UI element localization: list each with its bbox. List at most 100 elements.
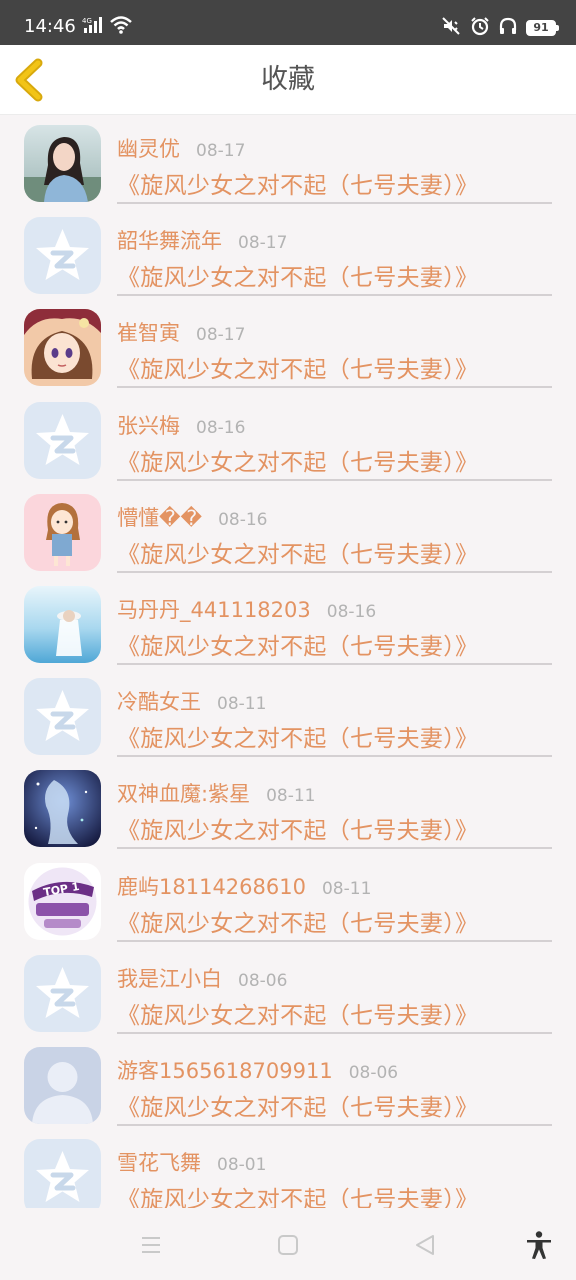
qq-star-default-avatar[interactable] — [24, 401, 101, 479]
favorite-item-text: 双神血魔:紫星 08-11 《旋风少女之对不起（七号夫妻）》 — [117, 760, 552, 850]
favorite-item[interactable]: 崔智寅 08-17 《旋风少女之对不起（七号夫妻）》 — [0, 299, 576, 391]
home-button[interactable] — [273, 1230, 303, 1260]
photo-girl-avatar[interactable] — [24, 125, 101, 202]
favorite-date: 08-11 — [266, 786, 316, 807]
cartoon-girl-avatar[interactable] — [24, 493, 101, 571]
qq-star-default-avatar[interactable] — [24, 954, 101, 1032]
anime-girl-avatar[interactable] — [24, 309, 101, 387]
home-icon — [278, 1235, 298, 1255]
beach-girl-avatar[interactable] — [24, 585, 101, 663]
favorite-item-text: 张兴梅 08-16 《旋风少女之对不起（七号夫妻）》 — [117, 392, 552, 481]
status-left-icons: 4G — [82, 16, 132, 38]
favorite-item-meta: 懵懂�� 08-16 — [117, 502, 267, 532]
username[interactable]: 游客1565618709911 — [117, 1055, 333, 1085]
book-title-link[interactable]: 《旋风少女之对不起（七号夫妻）》 — [117, 443, 478, 477]
menu-button[interactable] — [136, 1230, 166, 1260]
favorite-item-text: 游客1565618709911 08-06 《旋风少女之对不起（七号夫妻）》 — [117, 1037, 552, 1126]
signal-icon: 4G — [82, 16, 104, 38]
favorite-item-text: 我是江小白 08-06 《旋风少女之对不起（七号夫妻）》 — [117, 945, 552, 1034]
favorite-date: 08-17 — [238, 233, 288, 254]
nav-back-button[interactable] — [410, 1230, 440, 1260]
favorite-item[interactable]: 游客1565618709911 08-06 《旋风少女之对不起（七号夫妻）》 — [0, 1037, 576, 1129]
battery-icon: 91 — [526, 20, 559, 36]
favorite-date: 08-16 — [196, 417, 246, 438]
book-title-link[interactable]: 《旋风少女之对不起（七号夫妻）》 — [117, 811, 478, 845]
favorite-date: 08-16 — [218, 509, 268, 530]
favorite-date: 08-06 — [348, 1062, 399, 1083]
favorite-item-meta: 游客1565618709911 08-06 — [117, 1055, 398, 1085]
book-title-link[interactable]: 《旋风少女之对不起（七号夫妻）》 — [117, 535, 478, 569]
status-bar: 14:46 4G 91 — [0, 0, 576, 45]
silhouette-default-avatar[interactable] — [24, 1046, 101, 1124]
favorite-date: 08-06 — [238, 970, 288, 991]
book-title-link[interactable]: 《旋风少女之对不起（七号夫妻）》 — [117, 166, 478, 200]
menu-icon — [142, 1237, 160, 1253]
fantasy-art-avatar[interactable] — [24, 770, 101, 848]
system-nav-bar — [0, 1208, 576, 1280]
accessibility-icon — [527, 1231, 551, 1259]
favorite-item-meta: 双神血魔:紫星 08-11 — [117, 778, 315, 808]
book-title-link[interactable]: 《旋风少女之对不起（七号夫妻）》 — [117, 1088, 478, 1122]
wifi-icon — [110, 16, 132, 38]
favorite-item-text: 雪花飞舞 08-01 《旋风少女之对不起（七号夫妻）》 — [117, 1129, 552, 1208]
favorites-list[interactable]: 幽灵优 08-17 《旋风少女之对不起（七号夫妻）》 韶华舞流年 08-17 《… — [0, 115, 576, 1208]
favorite-item[interactable]: 马丹丹_441118203 08-16 《旋风少女之对不起（七号夫妻）》 — [0, 576, 576, 668]
favorite-item[interactable]: 张兴梅 08-16 《旋风少女之对不起（七号夫妻）》 — [0, 392, 576, 484]
favorite-item-text: 崔智寅 08-17 《旋风少女之对不起（七号夫妻）》 — [117, 299, 552, 389]
username[interactable]: 鹿屿18114268610 — [117, 871, 306, 901]
username[interactable]: 懵懂�� — [117, 502, 202, 532]
favorite-date: 08-17 — [196, 325, 246, 346]
top1-badge-avatar[interactable]: TOP 1 — [24, 862, 101, 940]
mute-vibrate-icon — [440, 16, 462, 40]
status-time: 14:46 — [24, 16, 76, 37]
favorite-item-meta: 崔智寅 08-17 — [117, 317, 245, 347]
username[interactable]: 冷酷女王 — [117, 686, 201, 716]
username[interactable]: 张兴梅 — [117, 410, 180, 440]
username[interactable]: 幽灵优 — [117, 133, 180, 163]
book-title-link[interactable]: 《旋风少女之对不起（七号夫妻）》 — [117, 996, 478, 1030]
favorite-item[interactable]: TOP 1 鹿屿18114268610 08-11 《旋风少女之对不起（七号夫妻… — [0, 853, 576, 945]
username[interactable]: 马丹丹_441118203 — [117, 594, 311, 624]
favorite-item-text: 鹿屿18114268610 08-11 《旋风少女之对不起（七号夫妻）》 — [117, 853, 552, 942]
favorite-item-meta: 我是江小白 08-06 — [117, 963, 287, 993]
qq-star-default-avatar[interactable] — [24, 217, 101, 295]
favorite-item[interactable]: 韶华舞流年 08-17 《旋风少女之对不起（七号夫妻）》 — [0, 207, 576, 299]
chevron-left-icon — [15, 58, 43, 102]
qq-star-default-avatar[interactable] — [24, 678, 101, 756]
book-title-link[interactable]: 《旋风少女之对不起（七号夫妻）》 — [117, 350, 478, 384]
favorite-item-meta: 冷酷女王 08-11 — [117, 686, 266, 716]
alarm-icon — [470, 16, 490, 40]
favorite-item-text: 懵懂�� 08-16 《旋风少女之对不起（七号夫妻）》 — [117, 484, 552, 573]
book-title-link[interactable]: 《旋风少女之对不起（七号夫妻）》 — [117, 904, 478, 938]
favorite-item-text: 韶华舞流年 08-17 《旋风少女之对不起（七号夫妻）》 — [117, 207, 552, 297]
back-triangle-icon — [416, 1235, 434, 1255]
favorite-item-meta: 幽灵优 08-17 — [117, 133, 245, 163]
favorite-item[interactable]: 我是江小白 08-06 《旋风少女之对不起（七号夫妻）》 — [0, 945, 576, 1037]
favorite-item-text: 冷酷女王 08-11 《旋风少女之对不起（七号夫妻）》 — [117, 668, 552, 758]
favorite-item[interactable]: 幽灵优 08-17 《旋风少女之对不起（七号夫妻）》 — [0, 115, 576, 207]
username[interactable]: 韶华舞流年 — [117, 225, 222, 255]
book-title-link[interactable]: 《旋风少女之对不起（七号夫妻）》 — [117, 627, 478, 661]
book-title-link[interactable]: 《旋风少女之对不起（七号夫妻）》 — [117, 1180, 478, 1208]
status-right-icons: 91 — [440, 16, 559, 40]
favorite-item-meta: 张兴梅 08-16 — [117, 410, 245, 440]
favorite-date: 08-11 — [321, 878, 372, 899]
favorite-item-text: 幽灵优 08-17 《旋风少女之对不起（七号夫妻）》 — [117, 115, 552, 204]
favorite-item[interactable]: 雪花飞舞 08-01 《旋风少女之对不起（七号夫妻）》 — [0, 1129, 576, 1208]
username[interactable]: 双神血魔:紫星 — [117, 778, 250, 808]
favorite-date: 08-17 — [196, 141, 246, 161]
back-button[interactable] — [10, 55, 54, 105]
favorite-item[interactable]: 懵懂�� 08-16 《旋风少女之对不起（七号夫妻）》 — [0, 484, 576, 576]
book-title-link[interactable]: 《旋风少女之对不起（七号夫妻）》 — [117, 258, 478, 292]
favorite-item[interactable]: 双神血魔:紫星 08-11 《旋风少女之对不起（七号夫妻）》 — [0, 760, 576, 852]
qq-star-default-avatar[interactable] — [24, 1139, 101, 1208]
favorite-date: 08-16 — [326, 601, 377, 622]
favorite-item[interactable]: 冷酷女王 08-11 《旋风少女之对不起（七号夫妻）》 — [0, 668, 576, 760]
accessibility-button[interactable] — [524, 1230, 554, 1260]
username[interactable]: 雪花飞舞 — [117, 1147, 201, 1177]
book-title-link[interactable]: 《旋风少女之对不起（七号夫妻）》 — [117, 719, 478, 753]
username[interactable]: 崔智寅 — [117, 317, 180, 347]
page-title: 收藏 — [261, 64, 315, 95]
favorite-date: 08-01 — [217, 1155, 267, 1176]
username[interactable]: 我是江小白 — [117, 963, 222, 993]
